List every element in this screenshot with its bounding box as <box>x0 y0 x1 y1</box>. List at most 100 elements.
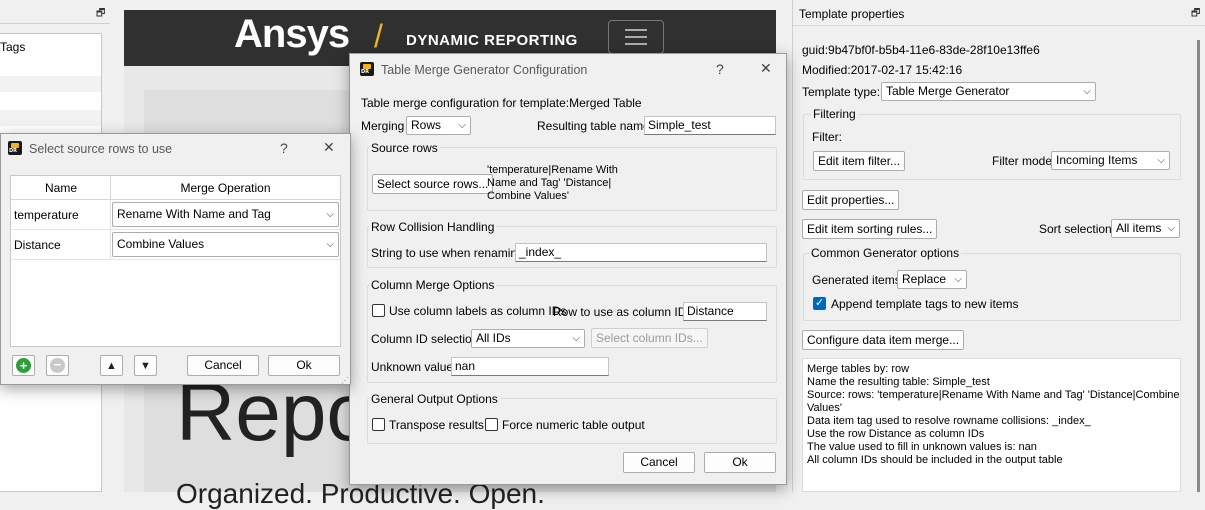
rename-input[interactable]: _index_ <box>515 243 767 262</box>
cancel-button[interactable]: Cancel <box>623 452 695 473</box>
dialog-title: Table Merge Generator Configuration <box>381 63 588 77</box>
source-rows-title: Source rows <box>369 141 440 155</box>
panel-title: Template properties <box>799 7 905 21</box>
table-row[interactable]: Distance Combine Values ⌵ <box>11 230 340 260</box>
col-id-sel-label: Column ID selection <box>371 332 479 346</box>
tags-list-item[interactable]: Tags <box>0 40 25 54</box>
filter-mode-label: Filter mode <box>992 154 1053 168</box>
chevron-down-icon: ⌵ <box>326 209 334 220</box>
template-type-select[interactable]: Table Merge Generator ⌵ <box>881 82 1096 101</box>
chevron-down-icon: ⌵ <box>1167 223 1175 234</box>
force-numeric-label: Force numeric table output <box>502 418 645 432</box>
summary-line: Merge tables by: row <box>807 363 910 375</box>
merge-op-value: Combine Values <box>117 237 205 251</box>
template-type-label: Template type: <box>802 85 881 99</box>
row-as-ids-input[interactable]: Distance <box>683 302 767 321</box>
list-stripe <box>0 110 101 126</box>
ansys-logo-slash: / <box>374 18 383 54</box>
left-panel-header <box>0 0 110 24</box>
list-stripe <box>0 76 101 92</box>
ansys-logo-text: Ansys <box>234 12 350 56</box>
unknown-value-label: Unknown value <box>371 360 454 374</box>
chevron-down-icon: ⌵ <box>572 333 580 344</box>
panel-header-line <box>793 25 1205 26</box>
column-merge-title: Column Merge Options <box>369 278 497 292</box>
chevron-down-icon: ⌵ <box>458 120 466 131</box>
select-source-rows-dialog: Select source rows to use ? ✕ Name Merge… <box>0 133 351 385</box>
guid-text: guid:9b47bf0f-b5b4-11e6-83de-28f10e13ffe… <box>802 43 1040 57</box>
summary-line: Name the resulting table: Simple_test <box>807 376 990 388</box>
edit-properties-button[interactable]: Edit properties... <box>802 190 900 210</box>
chevron-down-icon: ⌵ <box>1083 86 1091 97</box>
close-icon[interactable]: ✕ <box>760 60 772 77</box>
float-icon[interactable]: 🗗 <box>96 6 105 23</box>
column-header-merge-op[interactable]: Merge Operation <box>111 181 340 195</box>
remove-row-button[interactable]: − <box>46 355 69 376</box>
generated-items-select[interactable]: Replace ⌵ <box>897 270 967 289</box>
cancel-button[interactable]: Cancel <box>187 355 259 376</box>
edit-item-sorting-button[interactable]: Edit item sorting rules... <box>802 219 938 239</box>
source-rows-table: Name Merge Operation temperature Rename … <box>10 175 341 347</box>
force-numeric-checkbox[interactable] <box>485 418 498 431</box>
resize-grip-icon[interactable]: ⋰ <box>341 376 349 385</box>
config-line: Table merge configuration for template:M… <box>361 96 642 110</box>
merge-op-select[interactable]: Combine Values ⌵ <box>112 232 339 257</box>
configure-merge-button[interactable]: Configure data item merge... <box>802 330 965 350</box>
source-rows-text: 'temperature|Rename With <box>487 164 618 176</box>
source-rows-text: Combine Values' <box>487 190 569 202</box>
append-tags-checkbox[interactable] <box>813 296 826 310</box>
result-name-input[interactable]: Simple_test <box>644 116 776 135</box>
row-as-ids-label: Row to use as column IDs <box>553 305 693 319</box>
unknown-value-input[interactable]: nan <box>451 357 609 376</box>
help-icon[interactable]: ? <box>280 140 288 156</box>
chevron-down-icon: ⌵ <box>954 274 962 285</box>
table-row[interactable]: temperature Rename With Name and Tag ⌵ <box>11 200 340 230</box>
filter-mode-value: Incoming Items <box>1056 153 1138 167</box>
move-up-button[interactable]: ▲ <box>100 355 123 376</box>
transpose-label: Transpose results <box>389 418 484 432</box>
select-source-rows-button[interactable]: Select source rows... <box>372 174 494 194</box>
arrow-up-icon: ▲ <box>106 360 117 372</box>
filter-mode-select[interactable]: Incoming Items ⌵ <box>1051 151 1170 170</box>
column-header-name[interactable]: Name <box>11 181 111 195</box>
ok-button[interactable]: Ok <box>268 355 340 376</box>
help-icon[interactable]: ? <box>716 61 724 77</box>
row-name: Distance <box>14 238 61 252</box>
float-icon[interactable]: 🗗 <box>1191 6 1200 23</box>
hamburger-icon <box>625 29 647 45</box>
sort-selection-value: All items <box>1116 221 1162 235</box>
select-column-ids-button[interactable]: Select column IDs... <box>591 328 708 348</box>
sort-selection-label: Sort selection <box>1039 222 1112 236</box>
col-id-sel-select[interactable]: All IDs ⌵ <box>471 329 585 348</box>
edit-item-filter-button[interactable]: Edit item filter... <box>813 151 906 171</box>
plus-icon: + <box>16 358 31 373</box>
arrow-down-icon: ▼ <box>140 360 151 372</box>
merging-select[interactable]: Rows ⌵ <box>406 116 471 135</box>
transpose-checkbox[interactable] <box>372 418 385 431</box>
merging-value: Rows <box>411 118 442 132</box>
use-col-labels-label: Use column labels as column IDs <box>389 304 567 318</box>
generated-items-value: Replace <box>902 272 947 286</box>
general-output-title: General Output Options <box>369 392 500 406</box>
summary-line: Values' <box>807 402 842 414</box>
filtering-title: Filtering <box>811 107 858 121</box>
close-icon[interactable]: ✕ <box>323 139 335 156</box>
dialog-title: Select source rows to use <box>29 142 173 156</box>
add-row-button[interactable]: + <box>12 355 35 376</box>
ok-button[interactable]: Ok <box>704 452 776 473</box>
merge-op-select[interactable]: Rename With Name and Tag ⌵ <box>112 202 339 227</box>
menu-button[interactable] <box>608 20 664 54</box>
panel-scrollbar[interactable] <box>1197 40 1200 492</box>
sort-selection-select[interactable]: All items ⌵ <box>1111 219 1180 238</box>
ansys-logo: Ansys <box>234 12 350 57</box>
summary-line: The value used to fill in unknown values… <box>807 441 1037 453</box>
move-down-button[interactable]: ▼ <box>134 355 157 376</box>
minus-icon: − <box>50 358 65 373</box>
col-id-sel-value: All IDs <box>476 331 511 345</box>
summary-text-box[interactable]: Merge tables by: row Name the resulting … <box>802 358 1181 492</box>
result-name-label: Resulting table name <box>537 119 650 133</box>
use-col-labels-checkbox[interactable] <box>372 304 385 317</box>
template-properties-panel: Template properties 🗗 guid:9b47bf0f-b5b4… <box>792 0 1205 492</box>
app-icon <box>8 141 22 155</box>
modified-text: Modified:2017-02-17 15:42:16 <box>802 63 963 77</box>
